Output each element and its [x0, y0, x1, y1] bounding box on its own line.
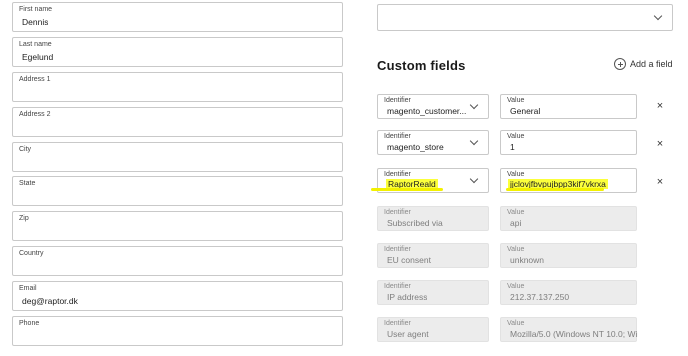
first-name-value: Dennis: [22, 17, 49, 27]
identifier-label: Identifier: [384, 320, 411, 327]
readonly-identifier: Identifier EU consent: [377, 243, 489, 268]
identifier-value: Subscribed via: [387, 218, 443, 228]
country-label: Country: [19, 250, 44, 257]
value-label: Value: [507, 246, 525, 253]
value-text: unknown: [510, 255, 545, 265]
value-text: api: [510, 218, 522, 228]
value-text: Mozilla/5.0 (Windows NT 10.0; Wir: [510, 329, 638, 339]
readonly-value: Value 212.37.137.250: [500, 280, 637, 305]
remove-field-close-icon[interactable]: ×: [655, 177, 665, 188]
last-name-value: Egelund: [22, 52, 54, 62]
add-circle-icon: [614, 58, 626, 70]
value-label: Value: [507, 133, 525, 140]
readonly-identifier: Identifier IP address: [377, 280, 489, 305]
last-name-field[interactable]: Last name Egelund: [12, 37, 343, 67]
custom-field-value-input[interactable]: Value 1: [500, 130, 637, 155]
readonly-identifier: Identifier User agent: [377, 317, 489, 342]
readonly-value: Value Mozilla/5.0 (Windows NT 10.0; Wir: [500, 317, 638, 342]
readonly-identifier: Identifier Subscribed via: [377, 206, 489, 231]
highlight-underline: [371, 188, 443, 191]
last-name-label: Last name: [19, 41, 52, 48]
identifier-value: IP address: [387, 292, 428, 302]
city-field[interactable]: City: [12, 142, 343, 172]
phone-label: Phone: [19, 320, 40, 327]
identifier-value: magento_store: [387, 142, 444, 152]
remove-field-close-icon[interactable]: ×: [655, 139, 665, 150]
state-field[interactable]: State: [12, 176, 343, 206]
readonly-value: Value unknown: [500, 243, 637, 268]
identifier-label: Identifier: [384, 209, 411, 216]
country-field[interactable]: Country: [12, 246, 343, 276]
custom-field-identifier-select[interactable]: Identifier magento_store: [377, 130, 489, 155]
chevron-down-icon: [469, 100, 479, 109]
city-label: City: [19, 146, 32, 153]
custom-field-value-input[interactable]: Value General: [500, 94, 637, 119]
address2-field[interactable]: Address 2: [12, 107, 343, 137]
custom-fields-title: Custom fields: [377, 58, 466, 73]
chevron-down-icon: [469, 174, 479, 183]
add-field-label: Add a field: [630, 59, 673, 69]
address1-label: Address 1: [19, 76, 51, 83]
identifier-value: magento_customer...: [387, 106, 467, 116]
value-label: Value: [507, 283, 525, 290]
value-text: 1: [510, 142, 515, 152]
highlight-underline: [506, 188, 604, 191]
chevron-down-icon: [653, 11, 663, 20]
chevron-down-icon: [469, 136, 479, 145]
readonly-value: Value api: [500, 206, 637, 231]
identifier-value: User agent: [387, 329, 429, 339]
value-label: Value: [507, 97, 525, 104]
email-value: deg@raptor.dk: [22, 296, 78, 306]
top-select[interactable]: [377, 4, 673, 31]
phone-field[interactable]: Phone: [12, 316, 343, 346]
email-label: Email: [19, 285, 37, 292]
address1-field[interactable]: Address 1: [12, 72, 343, 102]
value-text: General: [510, 106, 541, 116]
custom-field-identifier-select[interactable]: Identifier magento_customer...: [377, 94, 489, 119]
value-text: 212.37.137.250: [510, 292, 570, 302]
identifier-label: Identifier: [384, 97, 411, 104]
identifier-label: Identifier: [384, 246, 411, 253]
value-label: Value: [507, 171, 525, 178]
value-label: Value: [507, 320, 525, 327]
zip-field[interactable]: Zip: [12, 211, 343, 241]
identifier-value: EU consent: [387, 255, 431, 265]
value-label: Value: [507, 209, 525, 216]
zip-label: Zip: [19, 215, 29, 222]
first-name-field[interactable]: First name Dennis: [12, 2, 343, 32]
add-field-button[interactable]: Add a field: [614, 57, 673, 71]
identifier-label: Identifier: [384, 283, 411, 290]
identifier-label: Identifier: [384, 171, 411, 178]
first-name-label: First name: [19, 6, 53, 13]
email-field[interactable]: Email deg@raptor.dk: [12, 281, 343, 311]
state-label: State: [19, 180, 36, 187]
address2-label: Address 2: [19, 111, 51, 118]
remove-field-close-icon[interactable]: ×: [655, 101, 665, 112]
identifier-label: Identifier: [384, 133, 411, 140]
